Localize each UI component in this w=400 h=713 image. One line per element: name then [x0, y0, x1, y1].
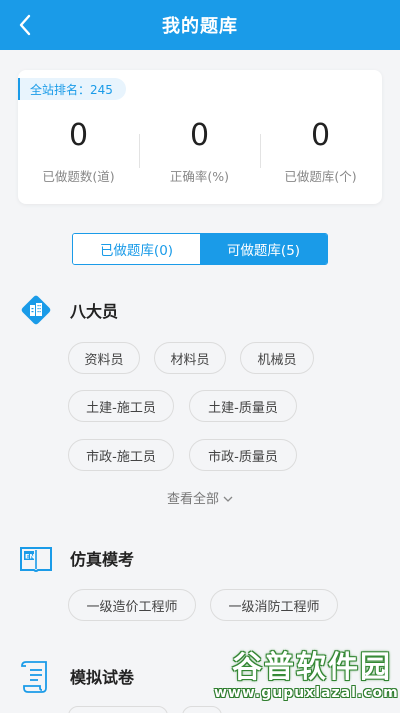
page-title: 我的题库 [162, 16, 238, 37]
section-header-mock-papers: 模拟试卷 [18, 658, 134, 694]
back-button[interactable] [10, 10, 40, 40]
tab-available-banks[interactable]: 可做题库(5) [200, 234, 327, 264]
building-icon [18, 292, 54, 328]
section-title: 模拟试卷 [70, 668, 135, 687]
chip-cost-engineer[interactable]: 一级造价工程师 [68, 589, 196, 621]
stat-value: 0 [189, 118, 210, 153]
stat-value: 0 [310, 118, 331, 153]
chip-civil-construction[interactable]: 土建-施工员 [68, 390, 174, 422]
top-bar: 我的题库 [0, 0, 400, 50]
stat-label: 已做题数(道) [42, 169, 115, 184]
section-title: 八大员 [70, 302, 119, 321]
chip-municipal-quality[interactable]: 市政-质量员 [189, 439, 297, 471]
stat-banks-done: 0 已做题库(个) [260, 118, 381, 185]
section-title: 仿真模考 [70, 550, 135, 569]
bank-tabs: 已做题库(0) 可做题库(5) [72, 233, 328, 265]
chip-municipal-construction[interactable]: 市政-施工员 [68, 439, 174, 471]
stat-label: 已做题库(个) [284, 169, 357, 184]
chevron-left-icon [19, 14, 31, 36]
svg-text:EN: EN [25, 553, 35, 561]
stat-accuracy: 0 正确率(%) [139, 118, 260, 185]
rank-badge: 全站排名：245 [18, 78, 126, 100]
view-all-link[interactable]: 查看全部 [0, 488, 400, 507]
stat-label: 正确率(%) [169, 169, 230, 184]
scroll-icon [18, 658, 54, 694]
section-header-eight-roles: 八大员 [18, 292, 118, 328]
chevron-down-icon [223, 492, 233, 507]
chip-civil-quality[interactable]: 土建-质量员 [189, 390, 297, 422]
view-all-label: 查看全部 [166, 492, 219, 507]
chip-materials-clerk[interactable]: 材料员 [154, 342, 226, 374]
chip-machinery-clerk[interactable]: 机械员 [240, 342, 314, 374]
stat-value: 0 [68, 118, 89, 153]
tab-done-banks[interactable]: 已做题库(0) [73, 234, 200, 264]
stats-card: 全站排名：245 0 已做题数(道) 0 正确率(%) 0 已做题库(个) [18, 70, 382, 204]
chip-fire-engineer[interactable]: 一级消防工程师 [210, 589, 338, 621]
section-header-mock-exam: EN 仿真模考 [18, 540, 134, 576]
stat-questions-done: 0 已做题数(道) [18, 118, 139, 185]
chip-data-clerk[interactable]: 资料员 [68, 342, 140, 374]
watermark-logo: 谷普软件园 www.gupuxlazal.com [214, 650, 399, 709]
watermark-main: 谷普软件园 [232, 650, 392, 685]
chip-partial[interactable] [68, 706, 168, 713]
watermark-url: www.gupuxlazal.com [214, 685, 399, 701]
en-book-icon: EN [18, 540, 54, 576]
